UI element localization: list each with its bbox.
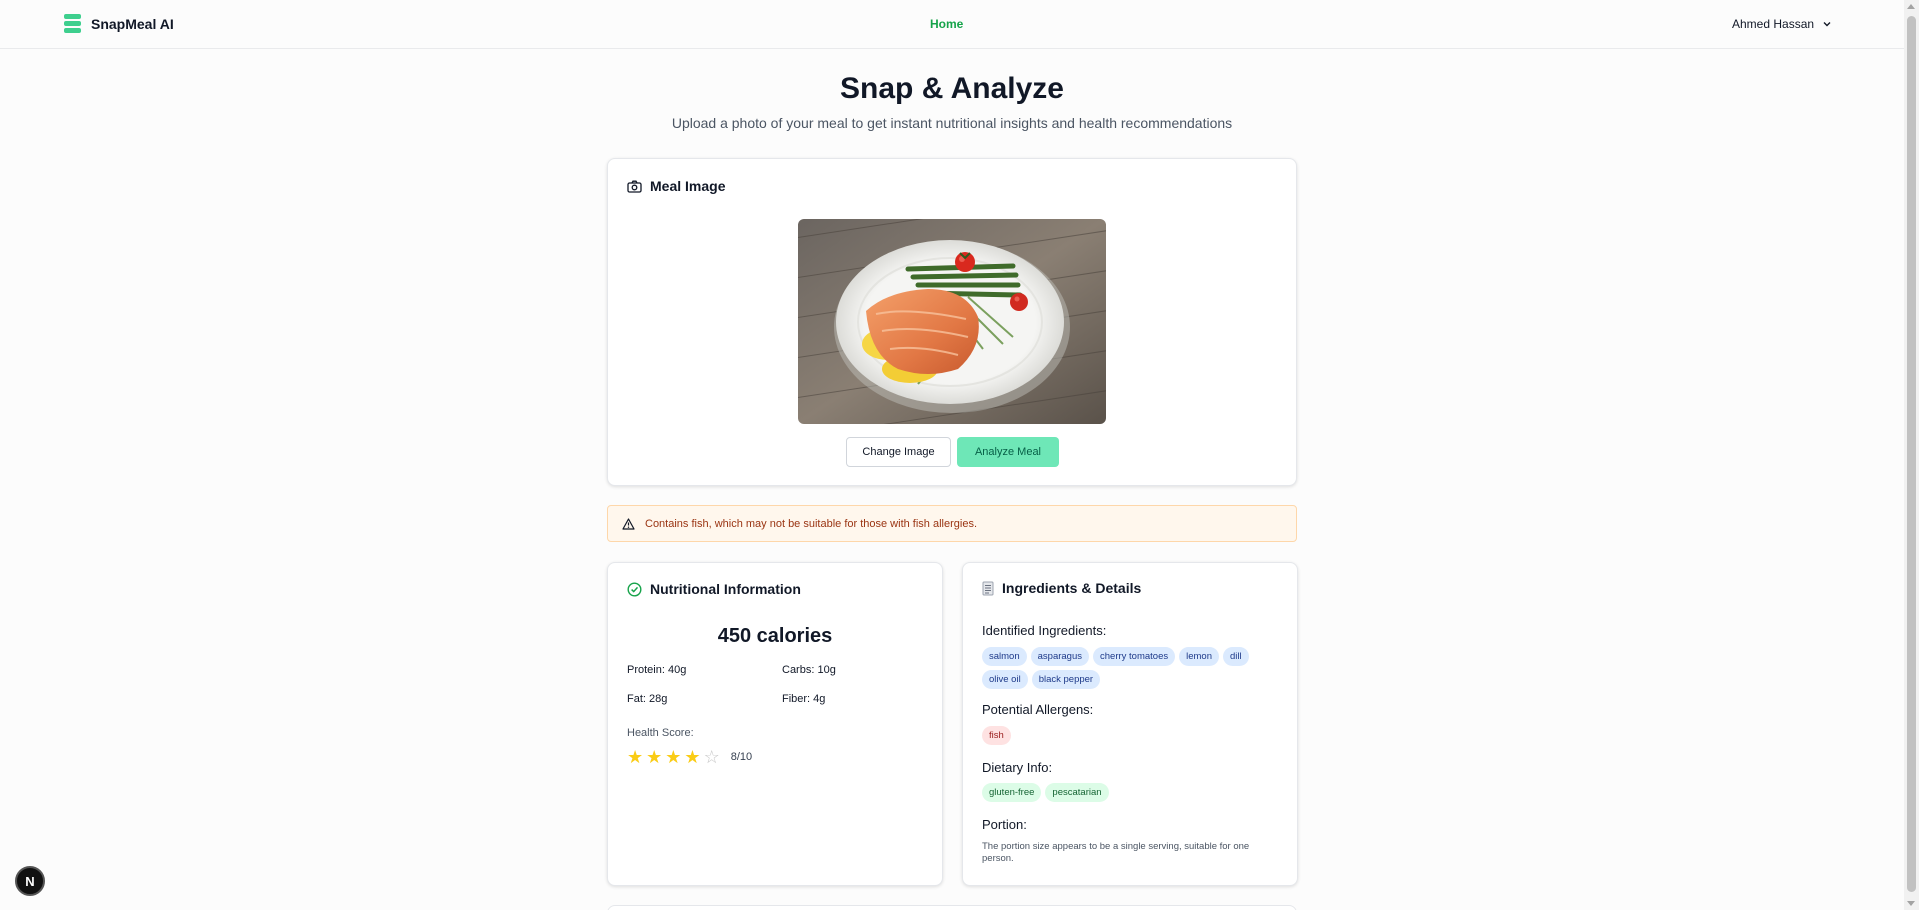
- document-icon: [982, 581, 994, 595]
- health-score-stars: ★ ★ ★ ★ ☆ 8/10: [627, 748, 752, 766]
- star-icon: ★: [646, 747, 663, 767]
- star-outline-icon: ☆: [703, 747, 720, 767]
- ingredient-chip: dill: [1223, 647, 1249, 666]
- analyze-meal-button[interactable]: Analyze Meal: [957, 437, 1059, 467]
- dietary-chip: gluten-free: [982, 783, 1042, 802]
- nutrition-header: Nutritional Information: [627, 581, 801, 597]
- calories-value: 450 calories: [717, 625, 833, 647]
- meal-image-card: Meal Image Change Image Analyze Meal: [607, 158, 1297, 486]
- star-icon: ★: [665, 747, 682, 767]
- ingredient-chip: olive oil: [982, 670, 1028, 689]
- chevron-down-icon: [1823, 22, 1831, 27]
- health-score-label: Health Score:: [627, 727, 694, 739]
- user-menu[interactable]: Ahmed Hassan: [1732, 17, 1832, 31]
- next-card-partial: [607, 905, 1297, 910]
- check-circle-icon: [627, 581, 642, 597]
- warning-triangle-icon: [622, 517, 635, 530]
- ingredient-chip: cherry tomatoes: [1093, 647, 1176, 666]
- nextjs-dev-badge[interactable]: N: [15, 866, 45, 896]
- allergens-list: fish: [982, 726, 1272, 745]
- page-title: Snap & Analyze: [840, 72, 1064, 105]
- change-image-button[interactable]: Change Image: [846, 437, 951, 467]
- fat-value: Fat: 28g: [627, 693, 668, 705]
- dietary-chip: pescatarian: [1045, 783, 1109, 802]
- identified-ingredients-list: salmon asparagus cherry tomatoes lemon d…: [982, 647, 1272, 689]
- dietary-info-label: Dietary Info:: [982, 760, 1053, 775]
- ingredients-header: Ingredients & Details: [982, 580, 1141, 596]
- potential-allergens-label: Potential Allergens:: [982, 702, 1094, 717]
- ingredients-title: Ingredients & Details: [1002, 580, 1142, 596]
- scroll-thumb[interactable]: [1907, 16, 1916, 892]
- camera-icon: [627, 180, 642, 193]
- nav-home-link[interactable]: Home: [930, 17, 963, 31]
- carbs-value: Carbs: 10g: [782, 664, 836, 676]
- portion-description: The portion size appears to be a single …: [982, 841, 1250, 864]
- ingredient-chip: black pepper: [1031, 670, 1101, 689]
- scroll-up-arrow[interactable]: [1907, 4, 1915, 9]
- layers-icon: [64, 14, 81, 33]
- health-score-value: 8/10: [730, 751, 753, 763]
- meal-image-header: Meal Image: [627, 178, 725, 194]
- warning-text: Contains fish, which may not be suitable…: [645, 517, 977, 530]
- user-name: Ahmed Hassan: [1732, 17, 1815, 31]
- dietary-list: gluten-free pescatarian: [982, 783, 1272, 802]
- app-logo[interactable]: SnapMeal AI: [64, 14, 174, 33]
- ingredient-chip: asparagus: [1030, 647, 1089, 666]
- ingredients-card: Ingredients & Details Identified Ingredi…: [962, 562, 1298, 886]
- meal-photo: [798, 219, 1106, 424]
- star-icon: ★: [627, 747, 644, 767]
- star-icon: ★: [684, 747, 701, 767]
- nutrition-card: Nutritional Information 450 calories Pro…: [607, 562, 943, 886]
- app-name: SnapMeal AI: [91, 15, 174, 32]
- meal-image-title: Meal Image: [650, 178, 726, 194]
- allergen-chip: fish: [982, 726, 1011, 745]
- protein-value: Protein: 40g: [627, 664, 687, 676]
- nutrition-title: Nutritional Information: [650, 581, 801, 597]
- top-navbar: SnapMeal AI Home Ahmed Hassan: [0, 0, 1904, 49]
- allergy-warning: Contains fish, which may not be suitable…: [607, 505, 1297, 542]
- page-scrollbar[interactable]: [1904, 0, 1919, 910]
- page-subtitle: Upload a photo of your meal to get insta…: [671, 115, 1233, 131]
- ingredient-chip: salmon: [982, 647, 1027, 666]
- ingredient-chip: lemon: [1179, 647, 1219, 666]
- portion-label: Portion:: [982, 817, 1027, 832]
- fiber-value: Fiber: 4g: [782, 693, 826, 705]
- identified-ingredients-label: Identified Ingredients:: [982, 623, 1107, 638]
- scroll-down-arrow[interactable]: [1907, 901, 1915, 906]
